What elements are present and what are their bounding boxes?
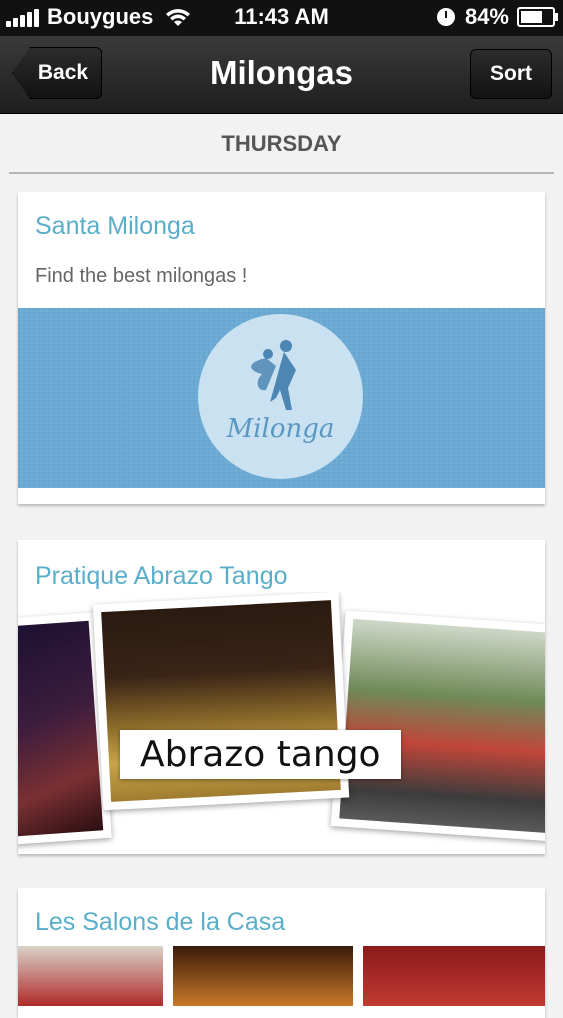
salon-photo bbox=[363, 946, 545, 1006]
battery-fill bbox=[521, 11, 543, 23]
photo-strip[interactable] bbox=[18, 946, 545, 1006]
section-header-day: THURSDAY bbox=[9, 113, 554, 174]
salon-photo bbox=[173, 946, 353, 1006]
card-title[interactable]: Les Salons de la Casa bbox=[35, 908, 285, 937]
salon-photo bbox=[18, 946, 163, 1006]
battery-area: 84% bbox=[436, 4, 558, 30]
card-title[interactable]: Santa Milonga bbox=[35, 212, 195, 241]
photo-caption: Abrazo tango bbox=[120, 730, 401, 779]
sort-button[interactable]: Sort bbox=[470, 49, 552, 99]
card-description: Find the best milongas ! bbox=[35, 265, 248, 287]
logo-text: Milonga bbox=[226, 414, 335, 444]
milonga-card[interactable]: Les Salons de la Casa bbox=[18, 888, 545, 1018]
photo-collage[interactable]: Abrazo tango bbox=[18, 592, 545, 854]
milonga-card[interactable]: Santa Milonga Find the best milongas ! M… bbox=[18, 192, 545, 504]
alarm-clock-icon bbox=[436, 8, 455, 26]
status-bar: Bouygues 11:43 AM 84% bbox=[0, 0, 563, 36]
milonga-card[interactable]: Pratique Abrazo Tango Abrazo tango bbox=[18, 540, 545, 854]
milonga-logo: Milonga bbox=[198, 314, 363, 479]
battery-icon bbox=[517, 7, 558, 27]
card-title[interactable]: Pratique Abrazo Tango bbox=[35, 562, 288, 591]
card-banner-image[interactable]: Milonga bbox=[18, 308, 545, 488]
dancers-icon bbox=[251, 340, 296, 410]
navigation-bar: Back Milongas Sort bbox=[0, 36, 563, 114]
battery-percent: 84% bbox=[464, 4, 509, 29]
photo-street bbox=[330, 610, 545, 842]
